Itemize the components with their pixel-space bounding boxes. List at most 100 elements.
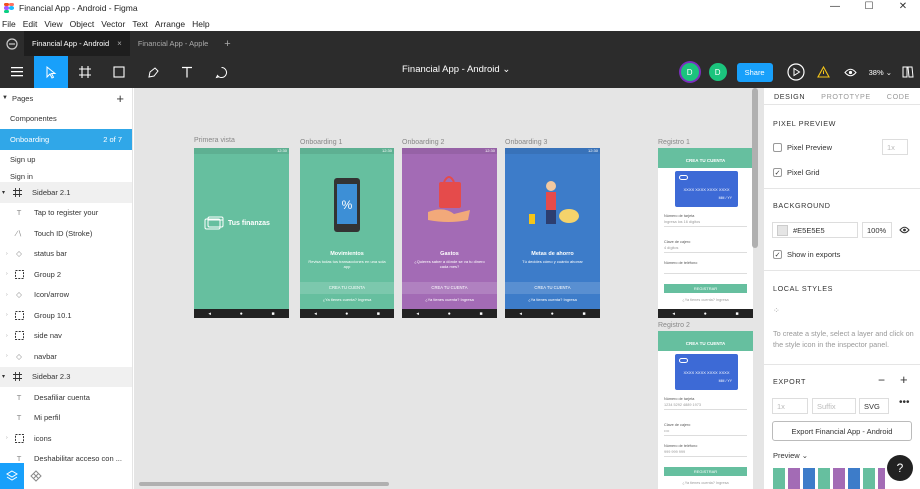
show-in-exports-checkbox[interactable]: ✓ Show in exports <box>764 250 920 259</box>
user-avatar[interactable]: D <box>680 63 699 81</box>
layer-group[interactable]: › icons <box>0 428 132 449</box>
collaborator-avatar[interactable]: D <box>708 63 727 81</box>
zoom-dropdown[interactable]: 38% ⌄ <box>869 68 892 77</box>
export-suffix-input[interactable]: Suffix <box>812 398 856 414</box>
new-tab-button[interactable]: + <box>216 31 238 56</box>
help-button[interactable]: ? <box>887 455 913 481</box>
page-item-sign-in[interactable]: Sign in <box>0 170 132 182</box>
export-format-select[interactable]: SVG <box>859 398 889 414</box>
menu-edit[interactable]: Edit <box>23 19 38 29</box>
frame-tool-button[interactable] <box>68 56 102 88</box>
page-item-sign-up[interactable]: Sign up <box>0 150 132 171</box>
add-page-button[interactable]: + <box>116 91 124 106</box>
frame-onboarding-1[interactable]: 12:30 % Movimientos Revisa todas tus tra… <box>300 148 394 318</box>
minimize-button[interactable]: — <box>818 0 852 16</box>
layer-vector[interactable]: ∕∖ Touch ID (Stroke) <box>0 223 132 244</box>
eye-icon <box>899 226 910 234</box>
remove-export-button[interactable]: − <box>878 373 885 387</box>
share-button[interactable]: Share <box>736 62 773 82</box>
panel-footer <box>0 463 132 489</box>
layer-group[interactable]: › side nav <box>0 326 132 347</box>
tab-prototype[interactable]: PROTOTYPE <box>821 92 871 101</box>
page-label: Onboarding <box>10 134 50 144</box>
horizontal-scrollbar[interactable] <box>139 482 389 486</box>
background-opacity-input[interactable]: 100% <box>862 222 892 238</box>
divider <box>764 364 920 365</box>
menu-help[interactable]: Help <box>192 19 209 29</box>
pixel-grid-checkbox[interactable]: ✓ Pixel Grid <box>764 168 920 177</box>
tab-code[interactable]: CODE <box>887 92 910 101</box>
close-tab-icon[interactable]: × <box>117 39 122 48</box>
pages-title: Pages <box>11 93 34 103</box>
maximize-button[interactable]: ☐ <box>852 0 886 16</box>
page-item-onboarding[interactable]: Onboarding 2 of 7 <box>0 129 132 150</box>
file-name-dropdown[interactable]: Financial App - Android ⌄ <box>402 64 510 75</box>
visibility-toggle[interactable] <box>899 226 910 236</box>
layer-group[interactable]: › Group 2 <box>0 264 132 285</box>
frame-label[interactable]: Registro 1 <box>658 139 690 146</box>
tab-label: Financial App - Apple <box>137 39 209 48</box>
color-swatch[interactable] <box>777 224 788 236</box>
design-canvas[interactable]: Primera vista 12:30 Tus finanzas ◂ ● ■ Onb… <box>134 88 763 489</box>
layers-tab-button[interactable] <box>0 463 24 489</box>
view-settings-button[interactable] <box>843 68 857 77</box>
checkmark-icon: ✓ <box>773 250 782 259</box>
layer-text[interactable]: T Tap to register your <box>0 203 132 224</box>
frame-label[interactable]: Primera vista <box>194 137 235 144</box>
present-button[interactable] <box>787 63 805 81</box>
pages-header[interactable]: ▼ Pages + <box>0 88 132 109</box>
layer-label: Sidebar 2.3 <box>32 372 71 382</box>
export-scale-select[interactable]: 1x <box>772 398 808 414</box>
layer-text[interactable]: T Desafiliar cuenta <box>0 387 132 408</box>
menu-vector[interactable]: Vector <box>101 19 125 29</box>
vertical-scrollbar[interactable] <box>752 88 758 248</box>
frame-registro-1[interactable]: CREA TU CUENTA XXXX XXXX XXXX XXXX MM / … <box>658 148 753 318</box>
layer-group[interactable]: › Group 10.1 <box>0 305 132 326</box>
frame-primera-vista[interactable]: 12:30 Tus finanzas ◂ ● ■ <box>194 148 289 318</box>
layer-instance[interactable]: › ◇ navbar <box>0 346 132 367</box>
library-button[interactable] <box>902 66 914 78</box>
frame-registro-2[interactable]: CREA TU CUENTA XXXX XXXX XXXX XXXX MM / … <box>658 331 753 489</box>
add-export-button[interactable]: + <box>900 372 908 387</box>
menu-file[interactable]: File <box>2 19 16 29</box>
component-diamond-icon: ◇ <box>16 351 22 361</box>
move-tool-button[interactable] <box>34 56 68 88</box>
layer-text[interactable]: T Mi perfil <box>0 408 132 429</box>
frame-label[interactable]: Registro 2 <box>658 322 690 329</box>
page-item-componentes[interactable]: Componentes <box>0 109 132 130</box>
frame-onboarding-3[interactable]: 12:30 Metas de ahorro Tú decides cómo y … <box>505 148 600 318</box>
tab-financial-app-android[interactable]: Financial App - Android × <box>24 31 130 56</box>
frame-onboarding-2[interactable]: 12:30 Gastos ¿Quieres saber a dónde se v… <box>402 148 497 318</box>
assets-tab-button[interactable] <box>24 463 48 489</box>
tab-design[interactable]: DESIGN <box>774 92 805 101</box>
menu-text[interactable]: Text <box>132 19 148 29</box>
menu-object[interactable]: Object <box>70 19 95 29</box>
frame-label[interactable]: Onboarding 1 <box>300 139 342 146</box>
menu-view[interactable]: View <box>44 19 62 29</box>
layer-label: Sidebar 2.1 <box>32 187 71 197</box>
rectangle-icon <box>113 66 125 78</box>
layer-instance[interactable]: › ◇ Icon/arrow <box>0 285 132 306</box>
frame-label[interactable]: Onboarding 3 <box>505 139 547 146</box>
layer-instance[interactable]: › ◇ status bar <box>0 244 132 265</box>
status-bar: 12:30 <box>505 148 600 154</box>
frame-label[interactable]: Onboarding 2 <box>402 139 444 146</box>
card-number-field: Número de tarjeta Ingresa los 16 dígitos <box>664 214 747 227</box>
shape-tool-button[interactable] <box>102 56 136 88</box>
comment-tool-button[interactable] <box>204 56 238 88</box>
pen-tool-button[interactable] <box>136 56 170 88</box>
layer-label: Group 2 <box>34 269 62 279</box>
background-color-input[interactable]: #E5E5E5 <box>772 222 858 238</box>
main-menu-button[interactable] <box>0 56 34 88</box>
menu-arrange[interactable]: Arrange <box>155 19 185 29</box>
layer-frame[interactable]: ▾ Sidebar 2.3 <box>0 366 132 387</box>
close-window-button[interactable]: ✕ <box>886 0 920 16</box>
export-more-icon[interactable]: ••• <box>899 397 910 408</box>
text-tool-button[interactable] <box>170 56 204 88</box>
warning-button[interactable] <box>816 66 830 78</box>
layer-frame[interactable]: ▾ Sidebar 2.1 <box>0 182 132 203</box>
pixel-preview-scale-select[interactable]: 1x <box>882 139 908 155</box>
home-button[interactable] <box>0 31 24 56</box>
export-button[interactable]: Export Financial App - Android <box>772 421 912 441</box>
tab-financial-app-apple[interactable]: Financial App - Apple <box>130 31 216 56</box>
